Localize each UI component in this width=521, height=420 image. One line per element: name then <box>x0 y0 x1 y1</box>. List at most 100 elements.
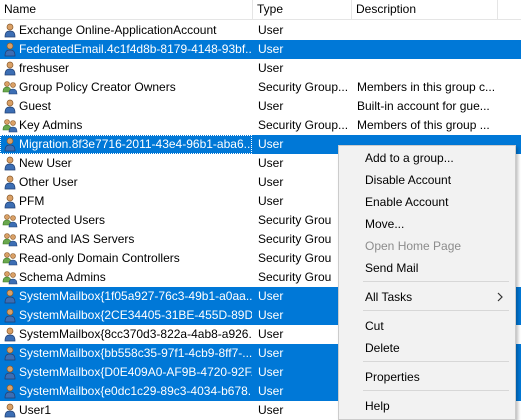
user-icon <box>2 137 18 152</box>
description-cell: Built-in account for gue... <box>357 99 490 113</box>
group-icon <box>2 251 18 266</box>
name-cell: Migration.8f3e7716-2011-43e4-96b1-aba6..… <box>0 135 252 154</box>
menu-item-open-home-page: Open Home Page <box>365 239 462 253</box>
user-icon <box>2 156 18 171</box>
menu-item-help[interactable]: Help <box>365 397 390 415</box>
name-label: SystemMailbox{D0E409A0-AF9B-4720-92F... <box>19 365 252 379</box>
name-label: Read-only Domain Controllers <box>19 251 180 265</box>
user-icon <box>2 99 18 114</box>
type-cell: User <box>258 99 284 113</box>
user-icon <box>2 61 18 76</box>
group-icon <box>2 232 18 247</box>
name-label: freshuser <box>19 61 70 75</box>
name-label: Group Policy Creator Owners <box>19 80 176 94</box>
name-cell: Protected Users <box>0 211 252 230</box>
name-label: SystemMailbox{e0dc1c29-89c3-4034-b678... <box>19 384 252 398</box>
column-header-description[interactable]: Description <box>352 0 416 19</box>
table-row[interactable]: Guest User Built-in account for gue... <box>0 97 521 116</box>
name-label: Schema Admins <box>19 270 106 284</box>
name-cell: User1 <box>0 401 252 420</box>
name-cell: Guest <box>0 97 252 116</box>
list-header: Name Type Description <box>0 0 521 20</box>
user-icon <box>2 289 18 304</box>
user-icon <box>2 403 18 418</box>
chevron-right-icon <box>497 292 503 302</box>
name-label: SystemMailbox{8cc370d3-822a-4ab8-a926... <box>19 327 252 341</box>
type-cell: User <box>258 61 284 75</box>
name-cell: SystemMailbox{1f05a927-76c3-49b1-a0aa... <box>0 287 252 306</box>
name-cell: Key Admins <box>0 116 252 135</box>
menu-item-add-to-group[interactable]: Add to a group... <box>365 149 454 167</box>
menu-item-all-tasks-label: All Tasks <box>365 290 413 304</box>
menu-separator <box>363 390 509 391</box>
user-icon <box>2 327 18 342</box>
name-label: PFM <box>19 194 45 208</box>
name-cell: Other User <box>0 173 252 192</box>
name-cell: Group Policy Creator Owners <box>0 78 252 97</box>
name-label: Other User <box>19 175 78 189</box>
name-label: FederatedEmail.4c1f4d8b-8179-4148-93bf..… <box>19 42 252 56</box>
table-row[interactable]: Key Admins Security Group... Members of th… <box>0 116 521 135</box>
name-label: Key Admins <box>19 118 83 132</box>
name-label: Migration.8f3e7716-2011-43e4-96b1-aba6..… <box>19 137 252 151</box>
name-label: RAS and IAS Servers <box>19 232 135 246</box>
column-header-type[interactable]: Type <box>253 0 283 19</box>
menu-separator <box>363 361 509 362</box>
menu-separator <box>363 310 509 311</box>
user-icon <box>2 365 18 380</box>
name-cell: Schema Admins <box>0 268 252 287</box>
name-cell: Read-only Domain Controllers <box>0 249 252 268</box>
name-label: Protected Users <box>19 213 106 227</box>
group-icon <box>2 80 18 95</box>
name-cell: freshuser <box>0 59 252 78</box>
name-cell: SystemMailbox{2CE34405-31BE-455D-89D... <box>0 306 252 325</box>
name-label: SystemMailbox{bb558c35-97f1-4cb9-8ff7-..… <box>19 346 252 360</box>
table-row[interactable]: Exchange Online-ApplicationAccount User <box>0 21 521 40</box>
column-divider[interactable] <box>497 0 498 19</box>
menu-item-disable-account[interactable]: Disable Account <box>365 171 451 189</box>
name-label: Exchange Online-ApplicationAccount <box>19 23 217 37</box>
group-icon <box>2 270 18 285</box>
column-header-name[interactable]: Name <box>0 0 36 19</box>
user-icon <box>2 42 18 57</box>
name-label: User1 <box>19 403 52 417</box>
user-icon <box>2 308 18 323</box>
menu-item-send-mail[interactable]: Send Mail <box>365 259 418 277</box>
user-icon <box>2 175 18 190</box>
menu-item-move[interactable]: Move... <box>365 215 404 233</box>
name-cell: PFM <box>0 192 252 211</box>
menu-item-cut[interactable]: Cut <box>365 317 384 335</box>
name-cell: SystemMailbox{D0E409A0-AF9B-4720-92F... <box>0 363 252 382</box>
name-label: SystemMailbox{2CE34405-31BE-455D-89D... <box>19 308 252 322</box>
type-cell: User <box>258 42 284 56</box>
name-cell: New User <box>0 154 252 173</box>
type-cell: User <box>258 23 284 37</box>
name-label: Guest <box>19 99 52 113</box>
group-icon <box>2 213 18 228</box>
name-label: SystemMailbox{1f05a927-76c3-49b1-a0aa... <box>19 289 252 303</box>
type-cell: Security Group... <box>258 118 349 132</box>
menu-separator <box>363 281 509 282</box>
user-icon <box>2 23 18 38</box>
name-cell: SystemMailbox{bb558c35-97f1-4cb9-8ff7-..… <box>0 344 252 363</box>
menu-item-delete[interactable]: Delete <box>365 339 400 357</box>
menu-item-properties[interactable]: Properties <box>365 368 420 386</box>
name-cell: SystemMailbox{8cc370d3-822a-4ab8-a926... <box>0 325 252 344</box>
context-menu: Add to a group... Disable Account Enable… <box>338 145 516 420</box>
name-cell: SystemMailbox{e0dc1c29-89c3-4034-b678... <box>0 382 252 401</box>
menu-item-all-tasks[interactable]: All Tasks <box>365 288 511 306</box>
name-label: New User <box>19 156 72 170</box>
name-cell: RAS and IAS Servers <box>0 230 252 249</box>
name-cell: FederatedEmail.4c1f4d8b-8179-4148-93bf..… <box>0 40 252 59</box>
description-cell: Members of this group ... <box>357 118 490 132</box>
table-row[interactable]: Group Policy Creator Owners Security Grou… <box>0 78 521 97</box>
type-cell: Security Group... <box>258 80 349 94</box>
user-icon <box>2 194 18 209</box>
menu-item-enable-account[interactable]: Enable Account <box>365 193 448 211</box>
table-row[interactable]: FederatedEmail.4c1f4d8b-8179-4148-93bf..… <box>0 40 521 59</box>
description-cell: Members in this group c... <box>357 80 496 94</box>
table-row[interactable]: freshuser User <box>0 59 521 78</box>
name-cell: Exchange Online-ApplicationAccount <box>0 21 252 40</box>
user-icon <box>2 384 18 399</box>
group-icon <box>2 118 18 133</box>
